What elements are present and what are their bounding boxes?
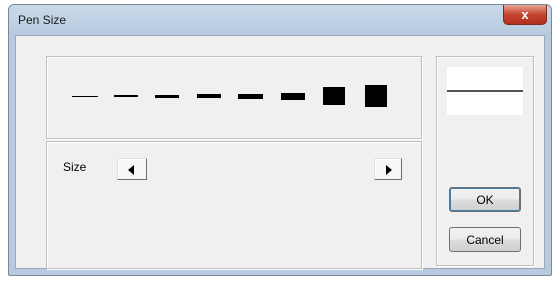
dialog-client-area: Size OK Cancel [15,35,545,269]
pen-size-3[interactable] [155,95,179,98]
window-title: Pen Size [18,13,67,27]
cancel-button[interactable]: Cancel [449,227,521,252]
preview-panel: OK Cancel [436,56,534,266]
title-bar[interactable]: Pen Size x [9,5,551,35]
pen-size-8[interactable] [365,85,387,107]
pen-size-5[interactable] [238,94,263,99]
preview-line [447,90,523,92]
pen-size-2[interactable] [114,95,138,97]
scroll-right-button[interactable] [374,158,402,180]
pen-size-4[interactable] [197,94,221,98]
pen-size-dialog: Pen Size x Size OK Cancel [8,4,552,276]
scroll-left-button[interactable] [117,158,147,180]
close-button[interactable]: x [503,5,547,25]
scroll-track[interactable] [147,158,374,180]
close-icon: x [521,7,529,22]
pen-size-7[interactable] [323,87,345,105]
size-scrollbar[interactable] [117,158,402,180]
arrow-right-icon [386,165,392,175]
ok-button[interactable]: OK [449,187,521,212]
pen-size-6[interactable] [281,93,305,100]
pen-size-1[interactable] [72,96,98,97]
arrow-left-icon [128,165,134,175]
pen-sizes-panel [46,56,422,139]
size-label: Size [63,160,87,174]
pen-preview [447,67,523,115]
size-panel: Size [46,141,422,269]
